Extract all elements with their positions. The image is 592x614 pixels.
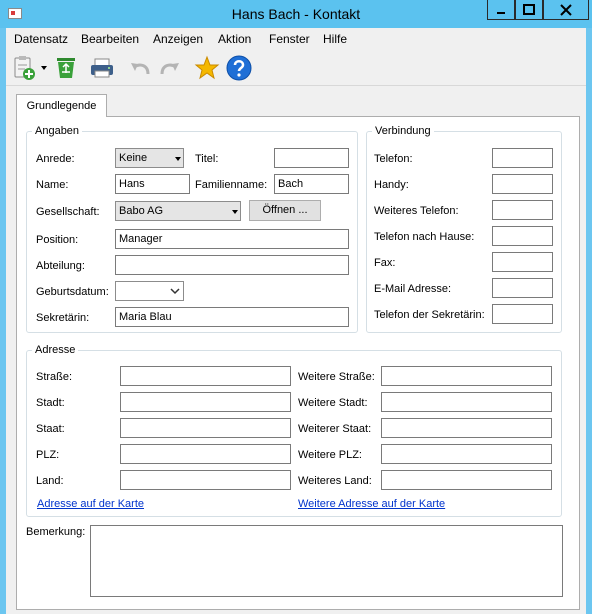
- titel-field[interactable]: [274, 148, 349, 168]
- weiteres-land-label: Weiteres Land:: [298, 475, 372, 487]
- geburtsdatum-picker[interactable]: [115, 281, 184, 301]
- maximize-icon: [523, 4, 535, 15]
- weiterer-staat-label: Weiterer Staat:: [298, 423, 372, 435]
- chevron-down-icon: [232, 210, 238, 214]
- menu-fenster[interactable]: Fenster: [265, 31, 314, 47]
- name-field[interactable]: Hans: [115, 174, 190, 194]
- new-contact-button[interactable]: [10, 54, 38, 82]
- sekretaerin-field[interactable]: Maria Blau: [115, 307, 349, 327]
- redo-icon: [160, 63, 179, 75]
- gesellschaft-label: Gesellschaft:: [36, 206, 100, 218]
- fax-field[interactable]: [492, 252, 553, 272]
- anrede-value: Keine: [119, 152, 148, 164]
- weitere-stadt-label: Weitere Stadt:: [298, 397, 368, 409]
- familienname-label: Familienname:: [195, 179, 268, 191]
- handy-field[interactable]: [492, 174, 553, 194]
- weitere-strasse-field[interactable]: [381, 366, 552, 386]
- bemerkung-label: Bemerkung:: [26, 526, 86, 538]
- print-icon: [91, 58, 113, 78]
- menu-datensatz[interactable]: Datensatz: [10, 31, 72, 47]
- oeffnen-button[interactable]: Öffnen ...: [249, 200, 321, 221]
- weiteres-telefon-field[interactable]: [492, 200, 553, 220]
- new-contact-icon: [14, 56, 35, 80]
- new-dropdown-button[interactable]: [39, 62, 49, 74]
- anrede-label: Anrede:: [36, 153, 75, 165]
- undo-button[interactable]: [126, 54, 154, 82]
- plz-label: PLZ:: [36, 449, 60, 461]
- menu-bearbeiten[interactable]: Bearbeiten: [77, 31, 143, 47]
- gesellschaft-select[interactable]: Babo AG: [115, 201, 241, 221]
- chevron-down-icon: [170, 288, 180, 295]
- weiteres-land-field[interactable]: [381, 470, 552, 490]
- help-icon: [226, 55, 252, 81]
- bemerkung-textarea[interactable]: [90, 525, 563, 597]
- minimize-icon: [497, 12, 505, 14]
- group-verbindung-legend: Verbindung: [372, 125, 434, 138]
- land-field[interactable]: [120, 470, 291, 490]
- close-button[interactable]: [543, 0, 589, 20]
- minimize-button[interactable]: [487, 0, 515, 20]
- telefon-sekretaerin-label: Telefon der Sekretärin:: [374, 309, 485, 321]
- close-icon: [560, 4, 572, 16]
- fax-label: Fax:: [374, 257, 396, 269]
- help-button[interactable]: [225, 54, 253, 82]
- telefon-field[interactable]: [492, 148, 553, 168]
- weitere-plz-label: Weitere PLZ:: [298, 449, 362, 461]
- menu-aktion[interactable]: Aktion: [214, 31, 255, 47]
- group-angaben-legend: Angaben: [32, 125, 83, 138]
- handy-label: Handy:: [374, 179, 409, 191]
- stadt-field[interactable]: [120, 392, 291, 412]
- undo-icon: [131, 63, 150, 75]
- titel-label: Titel:: [195, 153, 219, 165]
- abteilung-field[interactable]: [115, 255, 349, 275]
- telefon-sekretaerin-field[interactable]: [492, 304, 553, 324]
- weiterer-staat-field[interactable]: [381, 418, 552, 438]
- weiteres-telefon-label: Weiteres Telefon:: [374, 205, 459, 217]
- telefon-label: Telefon:: [374, 153, 413, 165]
- dropdown-arrow-icon: [41, 66, 47, 70]
- favorite-star-icon: [194, 55, 220, 80]
- redo-button[interactable]: [156, 54, 184, 82]
- plz-field[interactable]: [120, 444, 291, 464]
- weitere-plz-field[interactable]: [381, 444, 552, 464]
- other-address-map-link[interactable]: Weitere Adresse auf der Karte: [298, 497, 445, 511]
- stadt-label: Stadt:: [36, 397, 65, 409]
- recycle-bin-icon: [57, 58, 75, 78]
- chevron-down-icon: [175, 157, 181, 161]
- group-adresse-legend: Adresse: [32, 344, 79, 357]
- strasse-field[interactable]: [120, 366, 291, 386]
- sekretaerin-label: Sekretärin:: [36, 312, 90, 324]
- address-map-link[interactable]: Adresse auf der Karte: [37, 497, 144, 511]
- delete-button[interactable]: [52, 54, 80, 82]
- weitere-strasse-label: Weitere Straße:: [298, 371, 375, 383]
- position-field[interactable]: Manager: [115, 229, 349, 249]
- tab-grundlegende[interactable]: Grundlegende: [16, 94, 107, 117]
- land-label: Land:: [36, 475, 64, 487]
- email-field[interactable]: [492, 278, 553, 298]
- telefon-nach-hause-label: Telefon nach Hause:: [374, 231, 475, 243]
- strasse-label: Straße:: [36, 371, 73, 383]
- abteilung-label: Abteilung:: [36, 260, 85, 272]
- familienname-field[interactable]: Bach: [274, 174, 349, 194]
- favorite-button[interactable]: [193, 54, 221, 82]
- weitere-stadt-field[interactable]: [381, 392, 552, 412]
- gesellschaft-value: Babo AG: [119, 205, 164, 217]
- staat-label: Staat:: [36, 423, 65, 435]
- staat-field[interactable]: [120, 418, 291, 438]
- anrede-select[interactable]: Keine: [115, 148, 184, 168]
- position-label: Position:: [36, 234, 79, 246]
- print-button[interactable]: [88, 54, 116, 82]
- menu-hilfe[interactable]: Hilfe: [319, 31, 351, 47]
- menu-anzeigen[interactable]: Anzeigen: [149, 31, 207, 47]
- name-label: Name:: [36, 179, 69, 191]
- email-label: E-Mail Adresse:: [374, 283, 452, 295]
- geburtsdatum-label: Geburtsdatum:: [36, 286, 109, 298]
- telefon-nach-hause-field[interactable]: [492, 226, 553, 246]
- maximize-button[interactable]: [515, 0, 543, 20]
